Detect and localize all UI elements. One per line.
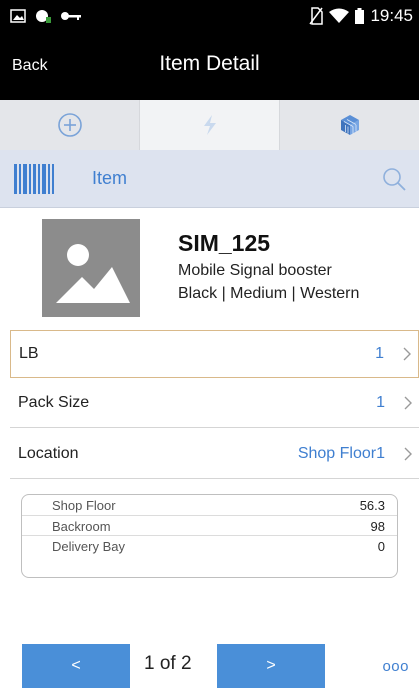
location-name: Shop Floor [52, 498, 116, 513]
barcode-icon[interactable] [14, 164, 54, 194]
footer-nav: < 1 of 2 > ooo [0, 628, 419, 694]
row-value: Shop Floor1 [297, 445, 385, 462]
wifi-icon [329, 8, 350, 23]
chevron-right-icon [404, 396, 412, 410]
location-name: Backroom [52, 518, 111, 534]
detail-row-location[interactable]: Location Shop Floor1 [10, 431, 419, 479]
row-value: 1 [375, 345, 384, 362]
table-row: Shop Floor 56.3 [22, 495, 397, 516]
next-button[interactable]: > [217, 644, 325, 688]
row-label: Pack Size [18, 394, 90, 411]
search-icon[interactable] [381, 166, 407, 192]
table-row: Backroom 98 [22, 516, 397, 536]
status-right: 19:45 [309, 6, 413, 26]
location-qty: 98 [370, 518, 385, 534]
location-quantity-table: Shop Floor 56.3 Backroom 98 Delivery Bay… [21, 494, 398, 578]
detail-row-lb[interactable]: LB 1 [10, 330, 419, 378]
status-time: 19:45 [370, 6, 413, 25]
chevron-right-icon [403, 347, 411, 361]
item-description: Mobile Signal booster [178, 262, 332, 279]
status-left [10, 8, 82, 24]
row-label: LB [19, 345, 39, 362]
page-indicator: 1 of 2 [144, 653, 192, 674]
chevron-right-icon [404, 447, 412, 461]
detail-row-pack-size[interactable]: Pack Size 1 [10, 380, 419, 428]
location-qty: 0 [377, 539, 385, 554]
image-icon [10, 9, 26, 23]
row-label: Location [18, 445, 79, 462]
key-icon [61, 12, 81, 20]
lightning-icon [203, 115, 216, 135]
more-options-button[interactable]: ooo [382, 658, 409, 675]
tab-actions[interactable] [139, 100, 280, 150]
item-summary: SIM_125 Mobile Signal booster Black | Me… [0, 208, 419, 330]
item-sku: SIM_125 [178, 230, 271, 256]
image-placeholder-icon [56, 244, 130, 303]
cube-icon [340, 115, 359, 135]
item-scan-bar: Item [0, 150, 419, 208]
android-debug-icon [36, 10, 51, 23]
title-bar: Back Item Detail [0, 33, 419, 100]
page-title: Item Detail [159, 52, 260, 75]
battery-icon [355, 8, 365, 24]
location-name: Delivery Bay [52, 539, 125, 554]
previous-button[interactable]: < [22, 644, 130, 688]
item-field-label[interactable]: Item [92, 168, 127, 189]
tab-add[interactable] [0, 100, 139, 150]
add-circle-icon [57, 113, 82, 137]
status-bar: 19:45 [0, 0, 419, 33]
location-qty: 56.3 [359, 498, 385, 513]
tab-bar [0, 100, 419, 150]
item-image-placeholder [42, 219, 140, 317]
no-sim-icon [309, 7, 324, 25]
table-row: Delivery Bay 0 [22, 536, 397, 557]
item-attributes: Black | Medium | Western [178, 285, 360, 302]
row-value: 1 [376, 394, 385, 411]
tab-inventory[interactable] [280, 100, 419, 150]
